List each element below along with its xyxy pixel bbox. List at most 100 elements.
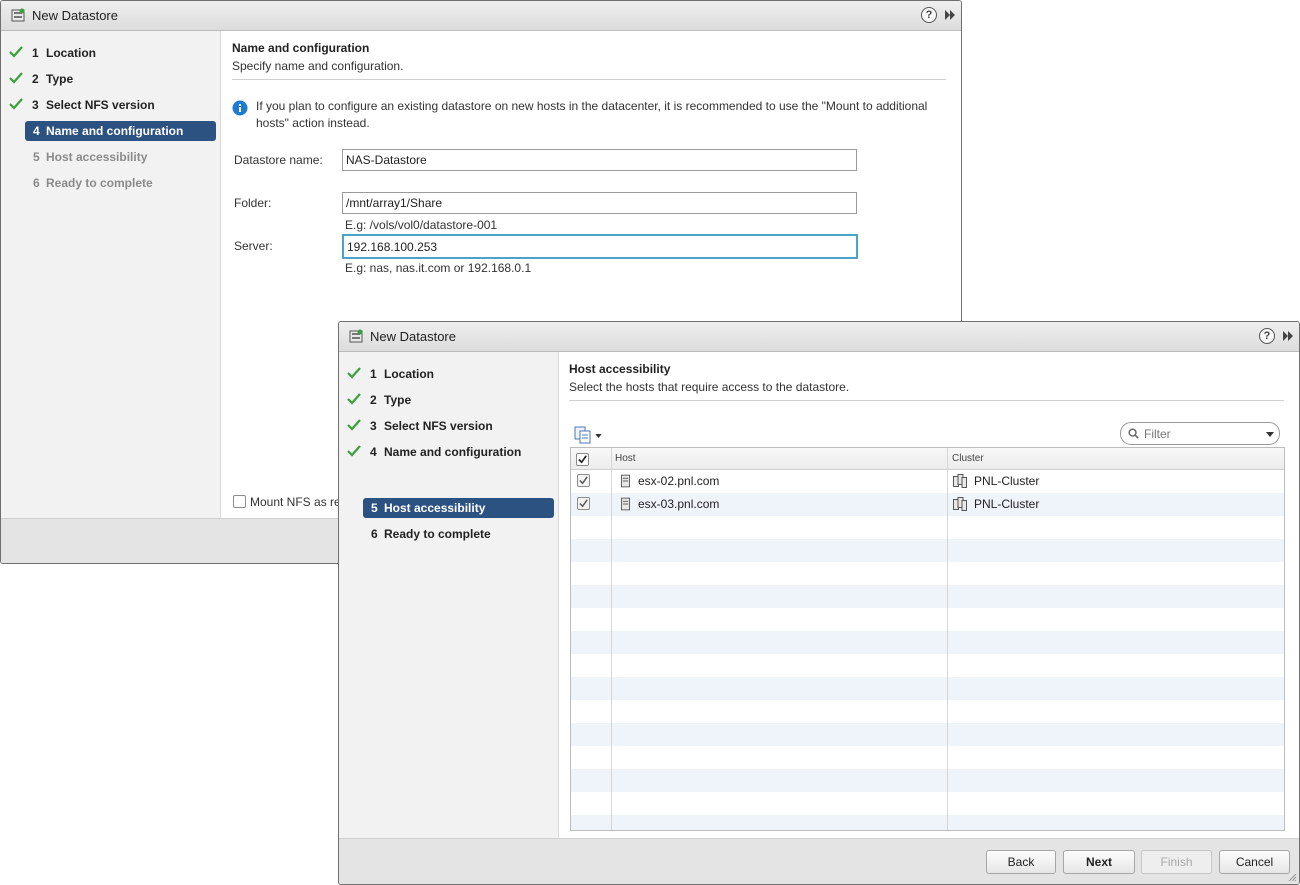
folder-input[interactable] (342, 192, 857, 214)
step-name-and-configuration[interactable]: 4 Name and configuration (339, 442, 558, 462)
step-number: 2 (370, 393, 377, 407)
empty-row (571, 585, 1284, 608)
step-number: 2 (32, 72, 39, 86)
step-number: 6 (371, 527, 378, 541)
check-icon (9, 72, 23, 84)
header-divider (569, 400, 1284, 401)
dialog-title: New Datastore (32, 8, 118, 23)
finish-button[interactable]: Finish (1141, 850, 1212, 874)
empty-row (571, 677, 1284, 700)
server-input[interactable] (342, 234, 858, 259)
step-ready-to-complete[interactable]: 6 Ready to complete (339, 524, 558, 544)
empty-row (571, 516, 1284, 539)
search-icon (1128, 428, 1139, 439)
step-label: Name and configuration (46, 124, 184, 138)
next-button[interactable]: Next (1063, 850, 1135, 874)
select-all-checkbox[interactable] (576, 453, 589, 466)
step-number: 4 (33, 124, 40, 138)
header-divider (232, 79, 946, 80)
step-location[interactable]: 1 Location (1, 43, 220, 63)
host-name: esx-03.pnl.com (638, 497, 720, 511)
folder-label: Folder: (234, 196, 272, 210)
expand-icon[interactable] (943, 8, 957, 22)
copy-menu-button[interactable] (574, 426, 604, 444)
cluster-icon (953, 474, 967, 488)
mount-readonly-label: Mount NFS as re (250, 495, 341, 509)
step-label: Ready to complete (46, 176, 153, 190)
column-header-host[interactable]: Host (615, 453, 636, 464)
help-icon[interactable]: ? (921, 7, 937, 23)
dialog-titlebar: New Datastore ? (339, 322, 1299, 352)
grid-header: Host Cluster (571, 448, 1284, 470)
empty-row (571, 746, 1284, 769)
checkmark-icon (578, 455, 587, 464)
wizard-steps: 1 Location 2 Type 3 Select NFS version 4… (339, 352, 559, 839)
checkmark-icon (579, 476, 588, 485)
filter-input[interactable] (1142, 425, 1252, 442)
dialog-title: New Datastore (370, 329, 456, 344)
chevron-down-icon[interactable] (1266, 432, 1274, 437)
expand-icon[interactable] (1281, 329, 1295, 343)
filter-box[interactable] (1120, 422, 1280, 445)
checkmark-icon (579, 499, 588, 508)
empty-row (571, 769, 1284, 792)
empty-row (571, 608, 1284, 631)
page-title: Host accessibility (569, 362, 671, 376)
column-divider[interactable] (611, 448, 612, 830)
info-message-line2: hosts" action instead. (256, 116, 370, 130)
empty-row (571, 539, 1284, 562)
server-hint: E.g: nas, nas.it.com or 192.168.0.1 (345, 261, 532, 275)
chevron-down-icon (595, 434, 602, 438)
cluster-icon (953, 497, 967, 511)
help-icon[interactable]: ? (1259, 328, 1275, 344)
step-name-and-configuration[interactable]: 4 Name and configuration (1, 121, 220, 141)
folder-hint: E.g: /vols/vol0/datastore-001 (345, 218, 498, 232)
step-label: Name and configuration (384, 445, 522, 459)
step-type[interactable]: 2 Type (1, 69, 220, 89)
step-number: 3 (32, 98, 39, 112)
step-label: Select NFS version (384, 419, 493, 433)
resize-grip-icon[interactable] (1287, 872, 1297, 882)
step-select-nfs-version[interactable]: 3 Select NFS version (339, 416, 558, 436)
step-number: 4 (370, 445, 377, 459)
empty-row (571, 815, 1284, 830)
table-row[interactable]: esx-03.pnl.com PNL-Cluster (571, 493, 1284, 516)
new-datastore-dialog-front: New Datastore ? 1 Location 2 Type 3 Sele… (338, 321, 1300, 885)
dialog-titlebar: New Datastore ? (1, 1, 961, 31)
step-select-nfs-version[interactable]: 3 Select NFS version (1, 95, 220, 115)
mount-readonly-checkbox[interactable] (233, 495, 246, 508)
row-checkbox[interactable] (577, 497, 590, 510)
host-name: esx-02.pnl.com (638, 474, 720, 488)
check-icon (347, 393, 361, 405)
step-host-accessibility: 5 Host accessibility (1, 147, 220, 167)
column-header-cluster[interactable]: Cluster (952, 453, 984, 464)
dialog-footer: Back Next Finish Cancel (339, 838, 1299, 884)
table-row[interactable]: esx-02.pnl.com PNL-Cluster (571, 470, 1284, 493)
cancel-button[interactable]: Cancel (1219, 850, 1290, 874)
datastore-icon (349, 329, 363, 343)
step-number: 3 (370, 419, 377, 433)
copy-icon (574, 426, 591, 444)
step-host-accessibility[interactable]: 5 Host accessibility (339, 498, 558, 518)
datastore-name-label: Datastore name: (234, 153, 323, 167)
page-title: Name and configuration (232, 41, 370, 55)
step-location[interactable]: 1 Location (339, 364, 558, 384)
back-button[interactable]: Back (986, 850, 1056, 874)
step-number: 5 (371, 501, 378, 515)
empty-row (571, 792, 1284, 815)
step-ready-to-complete: 6 Ready to complete (1, 173, 220, 193)
datastore-icon (11, 8, 25, 22)
step-type[interactable]: 2 Type (339, 390, 558, 410)
empty-row (571, 562, 1284, 585)
step-label: Type (384, 393, 412, 407)
step-number: 1 (32, 46, 39, 60)
step-label: Select NFS version (46, 98, 155, 112)
step-label: Host accessibility (46, 150, 148, 164)
empty-row (571, 700, 1284, 723)
datastore-name-input[interactable] (342, 149, 857, 171)
empty-row (571, 723, 1284, 746)
column-divider[interactable] (947, 448, 948, 830)
hosts-grid: Host Cluster esx-02.pnl.com PNL-Cluster (570, 447, 1285, 831)
info-message-line1: If you plan to configure an existing dat… (256, 99, 928, 113)
row-checkbox[interactable] (577, 474, 590, 487)
